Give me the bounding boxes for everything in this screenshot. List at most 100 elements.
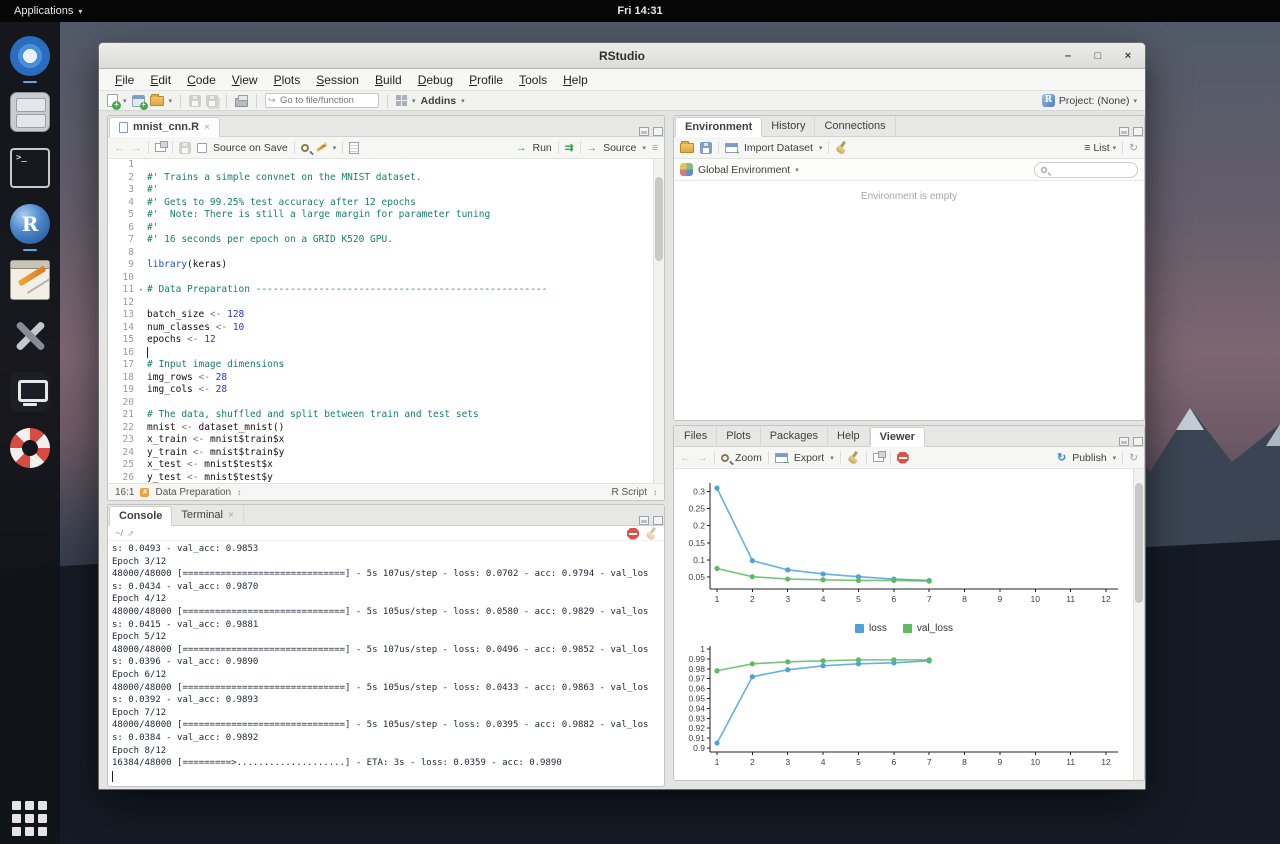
code-tools-dropdown[interactable]: ▾ (333, 144, 337, 152)
refresh-environment-icon[interactable]: ↻ (1129, 142, 1138, 154)
tab-files[interactable]: Files (675, 426, 717, 446)
publish-label[interactable]: Publish (1072, 452, 1106, 464)
open-file-dropdown[interactable]: ▾ (169, 97, 173, 105)
menu-session[interactable]: Session (308, 71, 367, 89)
clear-environment-icon[interactable] (835, 141, 848, 154)
tab-plots[interactable]: Plots (717, 426, 760, 446)
popout-icon[interactable] (155, 143, 166, 152)
tab-terminal[interactable]: Terminal× (172, 505, 243, 525)
refresh-viewer-icon[interactable]: ↻ (1129, 452, 1138, 464)
menu-help[interactable]: Help (555, 71, 596, 89)
source-on-save-checkbox[interactable] (197, 143, 207, 153)
project-menu[interactable]: R Project: (None) ▾ (1042, 94, 1137, 107)
dock-item-chromium-browser[interactable] (10, 36, 50, 76)
fold-arrow-icon[interactable]: ▾ (139, 284, 143, 297)
export-dropdown[interactable]: ▾ (830, 454, 834, 462)
tab-viewer[interactable]: Viewer (870, 427, 925, 447)
rerun-icon[interactable]: ⇉ (565, 142, 574, 154)
source-button-label[interactable]: Source (603, 142, 636, 154)
close-icon[interactable]: × (228, 510, 234, 521)
run-label[interactable]: Run (532, 142, 551, 154)
new-file-dropdown[interactable]: ▾ (123, 97, 127, 105)
viewer-scrollbar[interactable] (1133, 469, 1144, 780)
menu-view[interactable]: View (224, 71, 266, 89)
tab-packages[interactable]: Packages (761, 426, 828, 446)
dock-item-terminal[interactable] (10, 148, 50, 188)
clear-viewer-icon[interactable] (847, 451, 860, 464)
source-icon[interactable]: → (587, 142, 598, 154)
run-icon[interactable]: → (516, 142, 527, 154)
viewer-back-icon[interactable]: ← (680, 452, 691, 464)
zoom-icon[interactable] (721, 454, 729, 462)
environment-search[interactable] (1034, 162, 1138, 178)
tab-mnist_cnn.r[interactable]: mnist_cnn.R× (109, 117, 220, 137)
publish-dropdown[interactable]: ▾ (1113, 454, 1117, 462)
zoom-label[interactable]: Zoom (735, 452, 762, 464)
console-output[interactable]: s: 0.0493 - val_acc: 0.9853Epoch 3/12480… (108, 541, 664, 786)
import-dataset-label[interactable]: Import Dataset (744, 142, 813, 154)
title-bar[interactable]: RStudio –□× (99, 43, 1145, 69)
compile-report-icon[interactable] (349, 142, 359, 154)
file-type-label[interactable]: R Script (611, 487, 647, 498)
minimize-pane-icon[interactable] (639, 127, 649, 136)
minimize-pane-icon[interactable] (639, 516, 649, 525)
menu-code[interactable]: Code (179, 71, 224, 89)
find-icon[interactable] (301, 144, 309, 152)
menu-file[interactable]: File (107, 71, 142, 89)
save-all-icon[interactable] (206, 95, 218, 107)
show-applications-button[interactable] (12, 801, 48, 836)
editor-scrollbar[interactable] (653, 159, 664, 483)
export-icon[interactable] (775, 453, 788, 463)
code-editor[interactable]: 12#' Trains a simple convnet on the MNIS… (108, 159, 664, 483)
new-file-icon[interactable] (107, 94, 118, 107)
new-project-icon[interactable] (132, 95, 145, 107)
minimize-pane-icon[interactable] (1119, 437, 1129, 446)
publish-icon[interactable]: ↻ (1057, 451, 1066, 464)
tab-history[interactable]: History (762, 116, 815, 136)
dock-item-text-editor[interactable] (10, 260, 50, 300)
addins-dropdown[interactable]: ▾ (461, 97, 465, 105)
dock-item-remote-desktop[interactable] (10, 372, 50, 412)
save-icon[interactable] (189, 95, 201, 107)
workspace-panes-icon[interactable] (396, 95, 407, 106)
close-icon[interactable]: × (204, 122, 210, 133)
dock-item-tools[interactable] (10, 316, 50, 356)
export-label[interactable]: Export (794, 452, 824, 464)
maximize-pane-icon[interactable] (1133, 127, 1143, 136)
environment-scope-dropdown[interactable]: ▾ (795, 166, 799, 174)
tab-environment[interactable]: Environment (675, 117, 762, 137)
tab-console[interactable]: Console (109, 506, 172, 526)
forward-icon[interactable]: → (131, 142, 142, 154)
open-directory-icon[interactable]: ⇗ (127, 529, 134, 538)
list-view-menu[interactable]: ≡ List ▾ (1084, 142, 1116, 154)
clock[interactable]: Fri 14:31 (0, 5, 1280, 17)
load-workspace-icon[interactable] (680, 143, 694, 153)
goto-file-input[interactable] (265, 93, 379, 108)
clear-console-icon[interactable] (645, 527, 658, 540)
maximize-button[interactable]: □ (1091, 50, 1105, 62)
tab-help[interactable]: Help (828, 426, 870, 446)
viewer-forward-icon[interactable]: → (697, 452, 708, 464)
global-environment-label[interactable]: Global Environment (698, 164, 790, 176)
dock-item-file-manager[interactable] (10, 92, 50, 132)
maximize-pane-icon[interactable] (1133, 437, 1143, 446)
minimize-pane-icon[interactable] (1119, 127, 1129, 136)
save-source-icon[interactable] (179, 142, 191, 154)
menu-edit[interactable]: Edit (142, 71, 179, 89)
dock-item-rstudio[interactable] (10, 204, 50, 244)
menu-plots[interactable]: Plots (266, 71, 309, 89)
viewer-popout-icon[interactable] (873, 453, 884, 462)
dock-item-help[interactable] (10, 428, 50, 468)
tab-connections[interactable]: Connections (815, 116, 895, 136)
menu-profile[interactable]: Profile (461, 71, 511, 89)
back-icon[interactable]: ← (114, 142, 125, 154)
maximize-pane-icon[interactable] (653, 516, 663, 525)
menu-debug[interactable]: Debug (410, 71, 461, 89)
maximize-pane-icon[interactable] (653, 127, 663, 136)
open-file-icon[interactable] (150, 96, 164, 106)
outline-icon[interactable]: ≡ (652, 142, 658, 154)
save-workspace-icon[interactable] (700, 142, 712, 154)
minimize-button[interactable]: – (1061, 50, 1075, 62)
import-dataset-dropdown[interactable]: ▾ (819, 144, 823, 152)
stop-icon[interactable] (627, 528, 639, 540)
